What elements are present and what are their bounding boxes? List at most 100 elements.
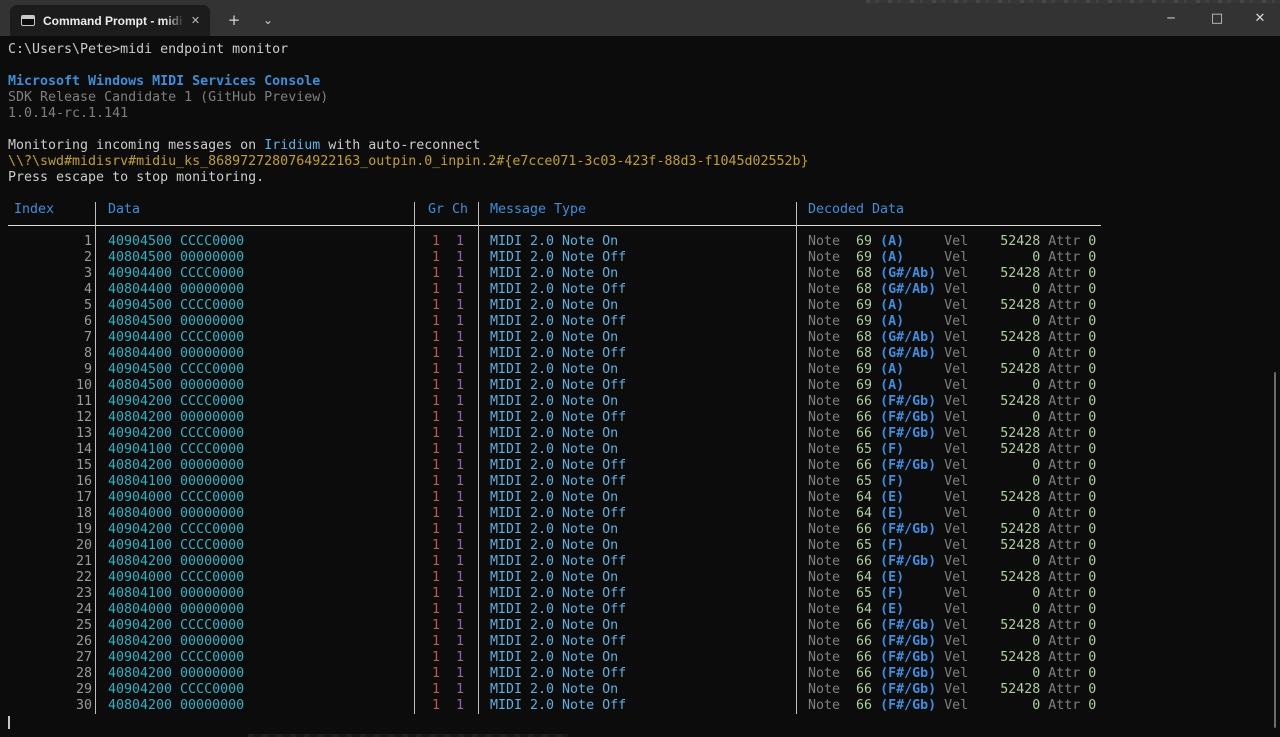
cell-group-channel: 1 1: [414, 698, 478, 714]
group-value: 1: [432, 666, 440, 681]
attribute-value: 0: [1088, 618, 1096, 633]
close-button[interactable]: ✕: [1240, 0, 1280, 36]
cell-data: 40904500 CCCC0000: [96, 234, 414, 250]
velocity-label: Vel: [944, 554, 968, 569]
cell-index: 1: [8, 234, 96, 250]
channel-value: 1: [456, 586, 464, 601]
cell-data: 40804200 00000000: [96, 410, 414, 426]
cell-group-channel: 1 1: [414, 650, 478, 666]
note-number: 69: [856, 250, 872, 265]
cell-decoded-data: Note 69 (A) Vel 52428 Attr 0: [796, 298, 1101, 314]
velocity-value: 0: [968, 458, 1040, 473]
channel-value: 1: [456, 634, 464, 649]
velocity-label: Vel: [944, 234, 968, 249]
attribute-value: 0: [1088, 266, 1096, 281]
attribute-label: Attr: [1048, 458, 1080, 473]
group-value: 1: [432, 426, 440, 441]
maximize-button[interactable]: □: [1194, 0, 1240, 36]
tab-close-icon[interactable]: ✕: [187, 12, 204, 30]
cell-index: 15: [8, 458, 96, 474]
scrollbar-thumb[interactable]: [1274, 372, 1276, 728]
channel-value: 1: [456, 490, 464, 505]
cell-message-type: MIDI 2.0 Note Off: [478, 458, 796, 474]
monitoring-prefix: Monitoring incoming messages on: [8, 138, 264, 153]
cell-group-channel: 1 1: [414, 346, 478, 362]
attribute-value: 0: [1088, 586, 1096, 601]
group-value: 1: [432, 378, 440, 393]
note-label: Note: [808, 538, 856, 553]
table-row: 1740904000 CCCC00001 1MIDI 2.0 Note OnNo…: [8, 490, 1101, 506]
channel-value: 1: [456, 346, 464, 361]
table-header-rule: [8, 218, 1101, 234]
cell-message-type: MIDI 2.0 Note On: [478, 394, 796, 410]
note-name: (G#/Ab): [880, 266, 936, 281]
cell-group-channel: 1 1: [414, 234, 478, 250]
attribute-label: Attr: [1048, 410, 1080, 425]
note-name: (F#/Gb): [880, 410, 936, 425]
cell-group-channel: 1 1: [414, 586, 478, 602]
cell-message-type: MIDI 2.0 Note On: [478, 426, 796, 442]
note-label: Note: [808, 474, 856, 489]
note-label: Note: [808, 426, 856, 441]
attribute-label: Attr: [1048, 282, 1080, 297]
table-row: 1940904200 CCCC00001 1MIDI 2.0 Note OnNo…: [8, 522, 1101, 538]
cell-message-type: MIDI 2.0 Note On: [478, 266, 796, 282]
tab-dropdown-icon[interactable]: ⌄: [254, 8, 282, 32]
cell-index: 27: [8, 650, 96, 666]
cell-group-channel: 1 1: [414, 442, 478, 458]
group-value: 1: [432, 538, 440, 553]
attribute-value: 0: [1088, 538, 1096, 553]
table-row: 1340904200 CCCC00001 1MIDI 2.0 Note OnNo…: [8, 426, 1101, 442]
attribute-label: Attr: [1048, 330, 1080, 345]
cell-data: 40904000 CCCC0000: [96, 570, 414, 586]
cell-index: 25: [8, 618, 96, 634]
cell-data: 40804100 00000000: [96, 474, 414, 490]
attribute-value: 0: [1088, 522, 1096, 537]
cell-decoded-data: Note 66 (F#/Gb) Vel 52428 Attr 0: [796, 618, 1101, 634]
table-row: 1440904100 CCCC00001 1MIDI 2.0 Note OnNo…: [8, 442, 1101, 458]
note-number: 66: [856, 410, 872, 425]
tab-title: Command Prompt - midi end: [43, 14, 185, 28]
velocity-label: Vel: [944, 314, 968, 329]
velocity-value: 0: [968, 634, 1040, 649]
attribute-label: Attr: [1048, 522, 1080, 537]
table-row: 240804500 000000001 1MIDI 2.0 Note OffNo…: [8, 250, 1101, 266]
cell-message-type: MIDI 2.0 Note Off: [478, 378, 796, 394]
cell-index: 24: [8, 602, 96, 618]
note-name: (F#/Gb): [880, 618, 936, 633]
attribute-value: 0: [1088, 570, 1096, 585]
attribute-label: Attr: [1048, 394, 1080, 409]
cell-message-type: MIDI 2.0 Note Off: [478, 554, 796, 570]
group-value: 1: [432, 458, 440, 473]
blank-line: [8, 186, 1280, 202]
cell-message-type: MIDI 2.0 Note Off: [478, 506, 796, 522]
velocity-label: Vel: [944, 522, 968, 537]
terminal-output[interactable]: C:\Users\Pete>midi endpoint monitor Micr…: [0, 36, 1280, 737]
table-row: 2340804100 000000001 1MIDI 2.0 Note OffN…: [8, 586, 1101, 602]
note-number: 69: [856, 234, 872, 249]
cell-decoded-data: Note 69 (A) Vel 52428 Attr 0: [796, 234, 1101, 250]
table-row: 3040804200 000000001 1MIDI 2.0 Note OffN…: [8, 698, 1101, 714]
cell-decoded-data: Note 68 (G#/Ab) Vel 52428 Attr 0: [796, 266, 1101, 282]
cell-decoded-data: Note 66 (F#/Gb) Vel 0 Attr 0: [796, 410, 1101, 426]
cell-decoded-data: Note 66 (F#/Gb) Vel 0 Attr 0: [796, 634, 1101, 650]
cell-decoded-data: Note 69 (A) Vel 0 Attr 0: [796, 314, 1101, 330]
channel-value: 1: [456, 682, 464, 697]
table-body: 140904500 CCCC00001 1MIDI 2.0 Note OnNot…: [8, 234, 1101, 714]
cell-message-type: MIDI 2.0 Note On: [478, 522, 796, 538]
device-path: \\?\swd#midisrv#midiu_ks_868972728076492…: [8, 154, 1280, 170]
attribute-value: 0: [1088, 554, 1096, 569]
cell-data: 40904200 CCCC0000: [96, 618, 414, 634]
attribute-label: Attr: [1048, 362, 1080, 377]
tab-command-prompt[interactable]: Command Prompt - midi end ✕: [10, 5, 210, 36]
attribute-label: Attr: [1048, 586, 1080, 601]
cell-index: 10: [8, 378, 96, 394]
velocity-label: Vel: [944, 394, 968, 409]
minimize-button[interactable]: ─: [1148, 0, 1194, 36]
cell-index: 9: [8, 362, 96, 378]
cell-data: 40804000 00000000: [96, 602, 414, 618]
attribute-label: Attr: [1048, 378, 1080, 393]
new-tab-button[interactable]: +: [220, 8, 248, 32]
attribute-value: 0: [1088, 442, 1096, 457]
cell-group-channel: 1 1: [414, 266, 478, 282]
